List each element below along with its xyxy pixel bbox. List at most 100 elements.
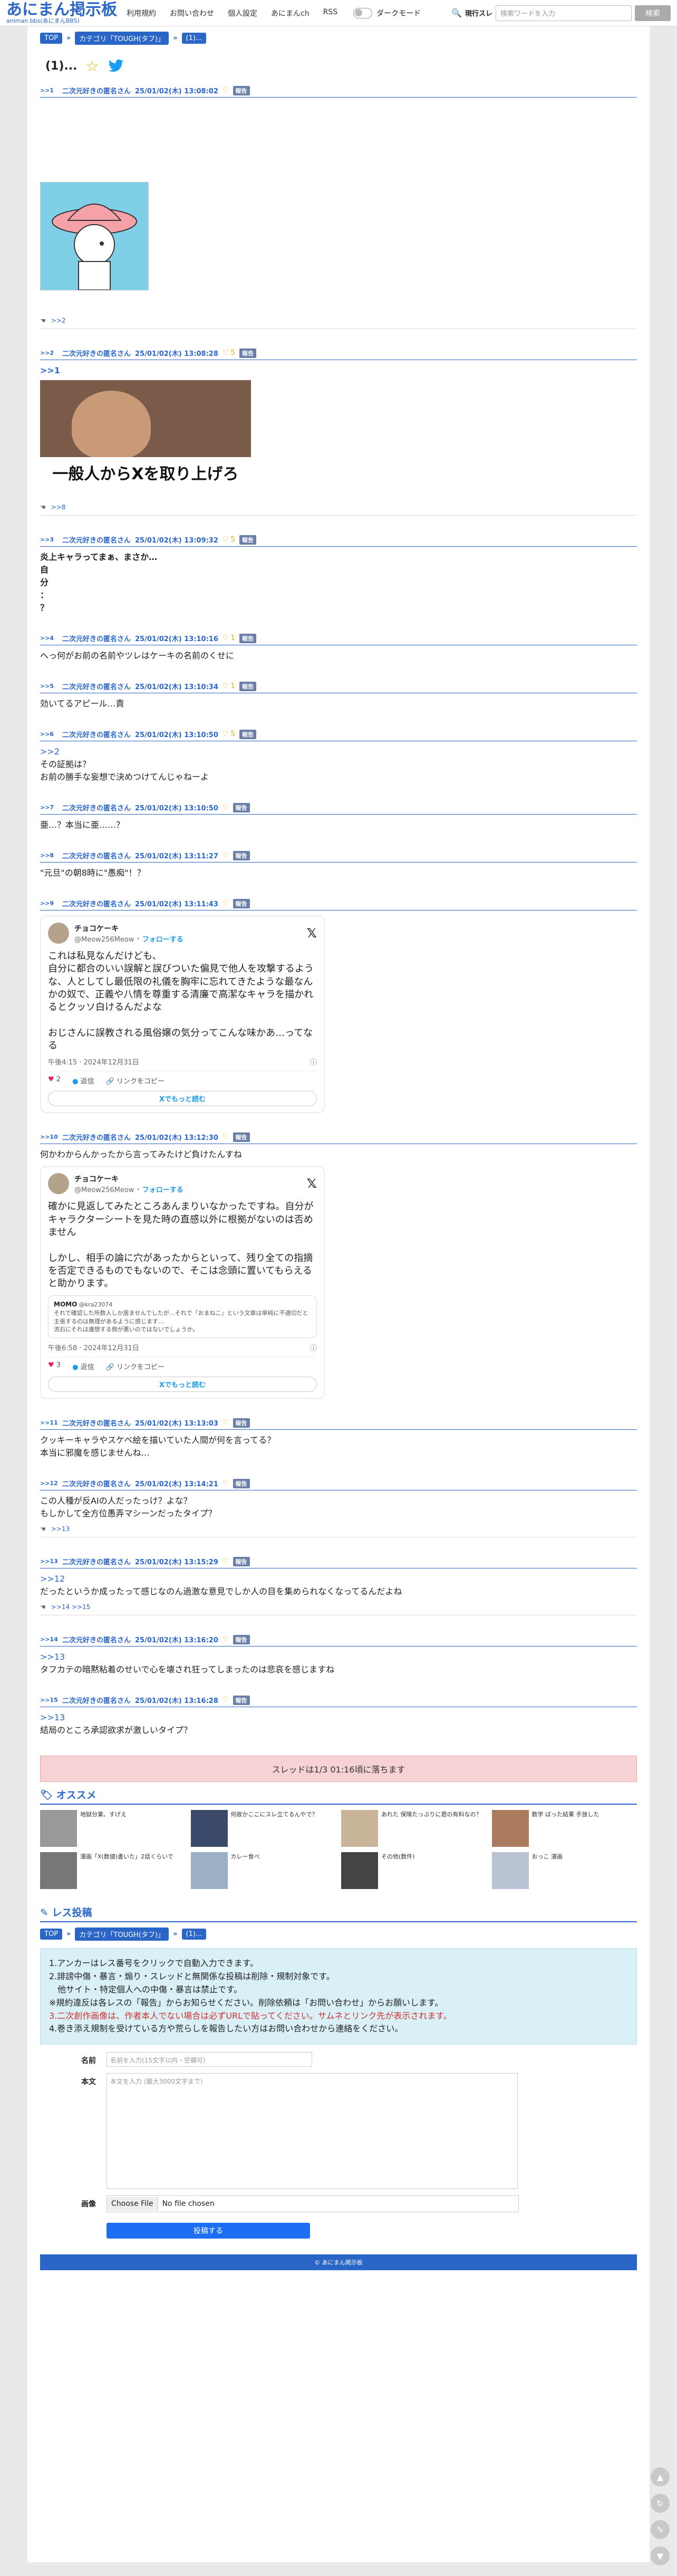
breadcrumb-top[interactable]: TOP xyxy=(40,33,63,44)
info-icon[interactable]: ⓘ xyxy=(310,1057,317,1067)
reply-action[interactable]: ● 返信 xyxy=(72,1361,94,1371)
heart-icon[interactable]: ♡ 5 xyxy=(223,349,235,357)
report-button[interactable]: 報告 xyxy=(233,1695,250,1705)
heart-icon[interactable]: ♡ xyxy=(223,1696,229,1704)
reply-link[interactable]: >>8 xyxy=(51,503,66,511)
follow-link[interactable]: フォローする xyxy=(142,1186,183,1194)
post-number[interactable]: >>9 xyxy=(40,900,58,907)
anchor-link[interactable]: >>1 xyxy=(40,364,637,377)
recommend-item[interactable]: おっこ 漫画 xyxy=(491,1852,637,1890)
heart-icon[interactable]: ♡ 1 xyxy=(223,634,235,642)
recommend-item[interactable]: カレー食べ xyxy=(190,1852,336,1890)
recommend-text[interactable]: おっこ 漫画 xyxy=(532,1852,563,1861)
recommend-text[interactable]: 何故かここにスレ立てるんやで？ xyxy=(231,1810,318,1818)
recommend-thumbnail[interactable] xyxy=(341,1810,378,1847)
info-icon[interactable]: ⓘ xyxy=(310,1342,317,1352)
recommend-text[interactable]: カレー食べ xyxy=(231,1852,260,1861)
post-image-avatar[interactable] xyxy=(40,182,149,290)
recommend-text[interactable]: その他(数件) xyxy=(381,1852,415,1861)
favorite-star-icon[interactable]: ☆ xyxy=(86,57,99,75)
heart-icon[interactable]: ♡ xyxy=(223,1557,229,1565)
tweet-author-name[interactable]: チョコケーキ xyxy=(74,923,183,934)
recommend-thumbnail[interactable] xyxy=(190,1810,228,1847)
anchor-link[interactable]: >>13 xyxy=(40,1711,637,1724)
logo-title[interactable]: あにまん掲示板 xyxy=(6,2,117,18)
edit-icon[interactable]: ✎ xyxy=(651,2520,670,2539)
dark-mode-control[interactable]: ダークモード xyxy=(353,7,421,18)
heart-icon[interactable]: ♡ xyxy=(223,1133,229,1141)
post-number[interactable]: >>13 xyxy=(40,1558,58,1565)
read-more-on-x-button[interactable]: Xでもっと読む xyxy=(48,1377,317,1392)
recommend-item[interactable]: あれた 保険たっぷりに君の有料なの？ xyxy=(341,1810,487,1847)
recommend-item[interactable]: その他(数件) xyxy=(341,1852,487,1890)
recommend-item[interactable]: 漫画「X(数値)書いた」2話くらいで xyxy=(40,1852,186,1890)
anchor-link[interactable]: >>2 xyxy=(40,745,637,758)
post-number[interactable]: >>4 xyxy=(40,635,58,642)
post-number[interactable]: >>15 xyxy=(40,1697,58,1703)
report-button[interactable]: 報告 xyxy=(239,348,256,358)
logo[interactable]: あにまん掲示板 animan bbs(あにまんBBS) xyxy=(6,2,117,24)
anchor-link[interactable]: >>12 xyxy=(40,1573,637,1585)
search-input[interactable]: 検索ワードを入力 xyxy=(496,5,632,21)
avatar[interactable] xyxy=(48,1173,69,1195)
recommend-text[interactable]: 数学 ばった結果 手放した xyxy=(532,1810,599,1818)
choose-file-button[interactable]: Choose File xyxy=(107,2197,158,2211)
heart-icon[interactable]: ♡ 5 xyxy=(223,730,235,738)
breadcrumb-category[interactable]: カテゴリ「TOUGH(タフ)」 xyxy=(75,1928,169,1941)
report-button[interactable]: 報告 xyxy=(239,633,256,643)
post-number[interactable]: >>11 xyxy=(40,1419,58,1426)
nav-animanch[interactable]: あにまんch xyxy=(271,8,310,18)
heart-icon[interactable]: ♡ xyxy=(223,86,229,94)
report-button[interactable]: 報告 xyxy=(233,1556,250,1566)
post-number[interactable]: >>8 xyxy=(40,852,58,859)
nav-contact[interactable]: お問い合わせ xyxy=(170,8,214,18)
recommend-text[interactable]: あれた 保険たっぷりに君の有料なの？ xyxy=(381,1810,482,1818)
heart-icon[interactable]: ♡ xyxy=(223,1479,229,1487)
like-action[interactable]: ♥ 3 xyxy=(48,1361,61,1371)
avatar[interactable] xyxy=(48,923,69,944)
post-number[interactable]: >>7 xyxy=(40,804,58,811)
heart-icon[interactable]: ♡ 1 xyxy=(223,682,235,690)
reply-action[interactable]: ● 返信 xyxy=(72,1076,94,1086)
x-logo-icon[interactable]: 𝕏 xyxy=(307,1176,317,1191)
follow-link[interactable]: フォローする xyxy=(142,936,183,944)
search-button[interactable]: 検索 xyxy=(635,5,671,21)
breadcrumb-thread[interactable]: (1)... xyxy=(181,33,207,44)
report-button[interactable]: 報告 xyxy=(239,535,256,545)
heart-icon[interactable]: ♡ xyxy=(223,851,229,859)
tweet-timestamp[interactable]: 午後6:58 · 2024年12月31日 ⓘ xyxy=(48,1342,317,1358)
nav-settings[interactable]: 個人設定 xyxy=(228,8,257,18)
file-input[interactable]: Choose File No file chosen xyxy=(107,2195,519,2213)
recommend-thumbnail[interactable] xyxy=(341,1852,378,1890)
report-button[interactable]: 報告 xyxy=(233,898,250,908)
post-number[interactable]: >>10 xyxy=(40,1134,58,1140)
post-number[interactable]: >>14 xyxy=(40,1636,58,1643)
heart-icon[interactable]: ♡ xyxy=(223,1419,229,1427)
recommend-item[interactable]: 地獄分業、すげえ xyxy=(40,1810,186,1847)
copy-link-action[interactable]: 🔗 リンクをコピー xyxy=(106,1076,165,1086)
refresh-icon[interactable]: ↻ xyxy=(651,2494,670,2513)
quoted-tweet[interactable]: MOMO @kra23074 それで確認した所数人しか居ませんでしたが…それで「… xyxy=(48,1295,317,1339)
dark-mode-toggle[interactable] xyxy=(353,7,373,18)
post-number[interactable]: >>2 xyxy=(40,350,58,356)
tweet-author-handle[interactable]: @Meow256Meow xyxy=(74,1186,134,1194)
breadcrumb-category[interactable]: カテゴリ「TOUGH(タフ)」 xyxy=(75,32,169,45)
report-button[interactable]: 報告 xyxy=(239,681,256,691)
reply-link[interactable]: >>2 xyxy=(51,317,66,324)
nav-terms[interactable]: 利用規約 xyxy=(127,8,156,18)
scroll-top-icon[interactable]: ▲ xyxy=(651,2467,670,2486)
embedded-tweet[interactable]: チョコケーキ @Meow256Meow · フォローする 𝕏 確かに見返してみた… xyxy=(40,1166,325,1399)
heart-icon[interactable]: ♡ xyxy=(223,1635,229,1643)
reply-link[interactable]: >>13 xyxy=(51,1525,70,1533)
tweet-author-handle[interactable]: @Meow256Meow xyxy=(74,936,134,944)
heart-icon[interactable]: ♡ 5 xyxy=(223,536,235,544)
post-number[interactable]: >>6 xyxy=(40,731,58,738)
report-button[interactable]: 報告 xyxy=(233,850,250,860)
name-field[interactable]: 名前を入力(15文字以内・空欄可) xyxy=(107,2052,312,2067)
scroll-bottom-icon[interactable]: ▼ xyxy=(651,2546,670,2565)
post-number[interactable]: >>5 xyxy=(40,683,58,690)
recommend-thumbnail[interactable] xyxy=(491,1810,529,1847)
submit-button[interactable]: 投稿する xyxy=(107,2223,310,2239)
recommend-thumbnail[interactable] xyxy=(40,1810,77,1847)
recommend-item[interactable]: 何故かここにスレ立てるんやで？ xyxy=(190,1810,336,1847)
